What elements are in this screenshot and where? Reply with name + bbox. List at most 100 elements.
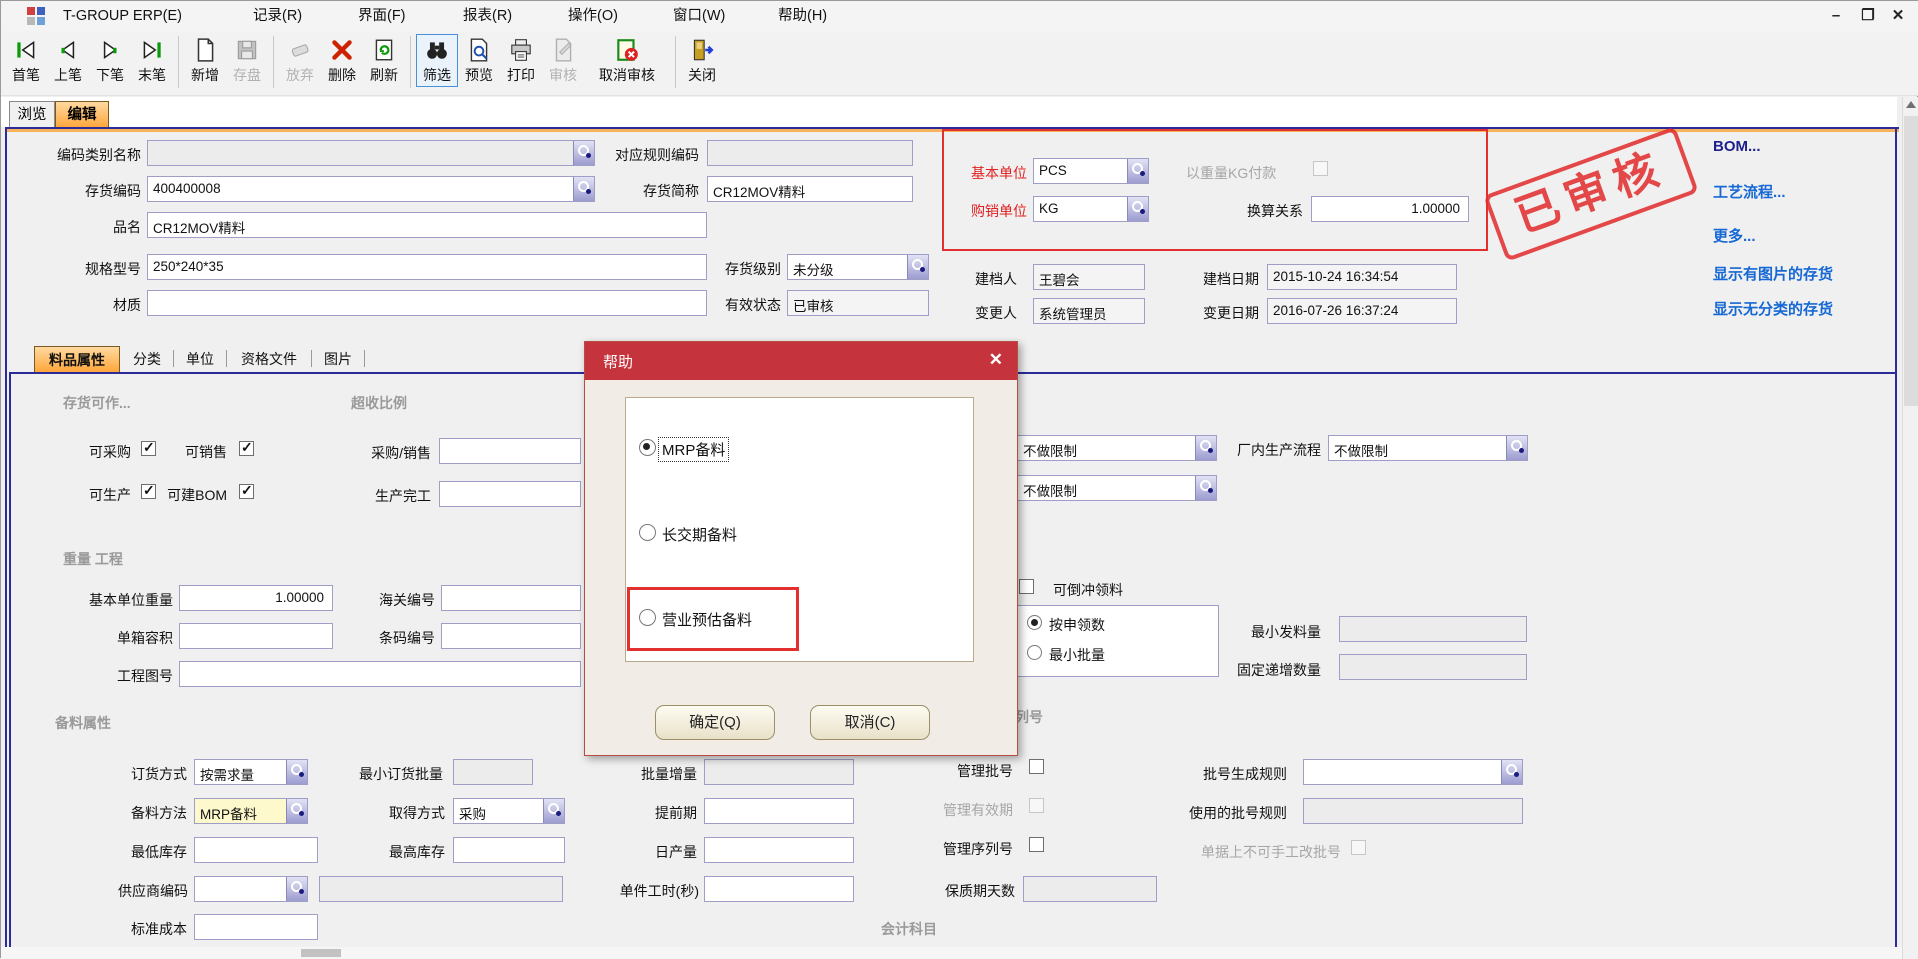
lookup-icon[interactable] xyxy=(286,799,307,823)
option-long-lead-label[interactable]: 长交期备料 xyxy=(659,523,740,546)
lookup-icon[interactable] xyxy=(543,799,564,823)
menu-action[interactable]: 操作(O) xyxy=(568,7,618,25)
prev-record-button[interactable]: 上笔 xyxy=(47,34,89,87)
buy-sell-field[interactable] xyxy=(439,438,581,464)
purchasable-checkbox[interactable] xyxy=(141,441,156,456)
manage-serial-checkbox[interactable] xyxy=(1029,837,1044,852)
vertical-scrollbar[interactable] xyxy=(1902,97,1918,959)
prod-done-field[interactable] xyxy=(439,481,581,507)
lookup-icon[interactable] xyxy=(1195,436,1216,460)
link-bom[interactable]: BOM... xyxy=(1713,138,1761,155)
subtab-unit[interactable]: 单位 xyxy=(178,346,222,372)
level-field[interactable]: 未分级 xyxy=(787,254,929,280)
close-form-button[interactable]: 关闭 xyxy=(681,34,723,87)
cancel-approve-button[interactable]: 取消审核 xyxy=(584,34,670,87)
trade-unit-field[interactable]: KG xyxy=(1033,196,1149,222)
std-cost-field[interactable] xyxy=(194,914,318,940)
batch-rule-field[interactable] xyxy=(1303,759,1523,785)
option-mrp-label[interactable]: MRP备料 xyxy=(659,438,728,461)
product-name-field[interactable]: CR12MOV精料 xyxy=(147,212,707,238)
next-record-button[interactable]: 下笔 xyxy=(89,34,131,87)
lookup-icon[interactable] xyxy=(1506,436,1527,460)
customs-field[interactable] xyxy=(441,585,581,611)
lookup-icon[interactable] xyxy=(286,877,307,901)
material-field[interactable] xyxy=(147,290,707,316)
lead-time-field[interactable] xyxy=(704,798,854,824)
preview-button[interactable]: 预览 xyxy=(458,34,500,87)
acquire-field[interactable]: 采购 xyxy=(453,798,565,824)
link-more[interactable]: 更多... xyxy=(1713,225,1756,246)
refresh-button[interactable]: 刷新 xyxy=(363,34,405,87)
sellable-checkbox[interactable] xyxy=(239,441,254,456)
subtab-item-attributes[interactable]: 料品属性 xyxy=(34,346,120,372)
menu-app[interactable]: T-GROUP ERP(E) xyxy=(63,7,182,25)
barcode-field[interactable] xyxy=(441,623,581,649)
order-mode-field[interactable]: 按需求量 xyxy=(194,759,308,785)
close-icon[interactable]: ✕ xyxy=(1885,5,1911,27)
lookup-icon[interactable] xyxy=(573,177,594,201)
max-stock-field[interactable] xyxy=(453,837,565,863)
item-code-field[interactable]: 400400008 xyxy=(147,176,595,202)
option-long-lead-radio[interactable] xyxy=(639,524,656,541)
lookup-icon[interactable] xyxy=(1195,476,1216,500)
tab-browse[interactable]: 浏览 xyxy=(9,101,55,128)
restore-icon[interactable]: ❐ xyxy=(1855,5,1881,27)
base-weight-field[interactable]: 1.00000 xyxy=(179,585,333,611)
limit-field-2[interactable]: 不做限制 xyxy=(1017,475,1217,501)
coding-category-field[interactable] xyxy=(147,140,595,166)
supplier-field[interactable] xyxy=(194,876,308,902)
filter-button[interactable]: 筛选 xyxy=(416,34,458,87)
lookup-icon[interactable] xyxy=(573,141,594,165)
base-unit-field[interactable]: PCS xyxy=(1033,158,1149,184)
subtab-classification[interactable]: 分类 xyxy=(125,346,169,372)
delete-button[interactable]: 删除 xyxy=(321,34,363,87)
option-mrp-radio[interactable] xyxy=(639,439,656,456)
link-show-unclassified[interactable]: 显示无分类的存货 xyxy=(1713,298,1833,319)
tab-edit[interactable]: 编辑 xyxy=(55,101,109,128)
minimize-icon[interactable]: – xyxy=(1823,5,1849,27)
producible-checkbox[interactable] xyxy=(141,484,156,499)
ok-button[interactable]: 确定(Q) xyxy=(655,705,775,740)
print-button[interactable]: 打印 xyxy=(500,34,542,87)
bomable-checkbox[interactable] xyxy=(239,484,254,499)
drawing-field[interactable] xyxy=(179,661,581,687)
rule-code-field[interactable] xyxy=(707,140,913,166)
conversion-field[interactable]: 1.00000 xyxy=(1311,196,1469,222)
menu-record[interactable]: 记录(R) xyxy=(253,7,302,25)
link-process-flow[interactable]: 工艺流程... xyxy=(1713,181,1786,202)
daily-output-field[interactable] xyxy=(704,837,854,863)
lookup-icon[interactable] xyxy=(286,760,307,784)
horizontal-scroll-thumb[interactable] xyxy=(301,949,341,957)
manage-batch-checkbox[interactable] xyxy=(1029,759,1044,774)
min-batch-radio[interactable] xyxy=(1027,645,1042,660)
lookup-icon[interactable] xyxy=(907,255,928,279)
link-show-with-images[interactable]: 显示有图片的存货 xyxy=(1713,263,1833,284)
subtab-qualification[interactable]: 资格文件 xyxy=(231,346,307,372)
scroll-up-icon[interactable] xyxy=(1906,101,1916,108)
lookup-icon[interactable] xyxy=(1127,197,1148,221)
first-record-button[interactable]: 首笔 xyxy=(5,34,47,87)
prep-method-field[interactable]: MRP备料 xyxy=(194,798,308,824)
menu-view[interactable]: 界面(F) xyxy=(358,7,406,25)
spec-field[interactable]: 250*240*35 xyxy=(147,254,707,280)
limit-field-1[interactable]: 不做限制 xyxy=(1017,435,1217,461)
factory-flow-field[interactable]: 不做限制 xyxy=(1328,435,1528,461)
subtab-images[interactable]: 图片 xyxy=(316,346,360,372)
horizontal-scrollbar[interactable] xyxy=(1,947,1902,959)
last-record-button[interactable]: 末笔 xyxy=(131,34,173,87)
menu-help[interactable]: 帮助(H) xyxy=(778,7,827,25)
by-request-radio[interactable] xyxy=(1027,615,1042,630)
new-button[interactable]: 新增 xyxy=(184,34,226,87)
dialog-title-bar[interactable]: 帮助 ✕ xyxy=(585,342,1017,380)
item-short-field[interactable]: CR12MOV精料 xyxy=(707,176,913,202)
unit-time-field[interactable] xyxy=(704,876,854,902)
min-stock-field[interactable] xyxy=(194,837,318,863)
cancel-button[interactable]: 取消(C) xyxy=(810,705,930,740)
menu-report[interactable]: 报表(R) xyxy=(463,7,512,25)
lookup-icon[interactable] xyxy=(1501,760,1522,784)
box-volume-field[interactable] xyxy=(179,623,333,649)
vertical-scroll-thumb[interactable] xyxy=(1904,116,1918,406)
menu-window[interactable]: 窗口(W) xyxy=(673,7,725,25)
backflush-checkbox[interactable] xyxy=(1019,579,1034,594)
dialog-close-icon[interactable]: ✕ xyxy=(989,350,1003,370)
